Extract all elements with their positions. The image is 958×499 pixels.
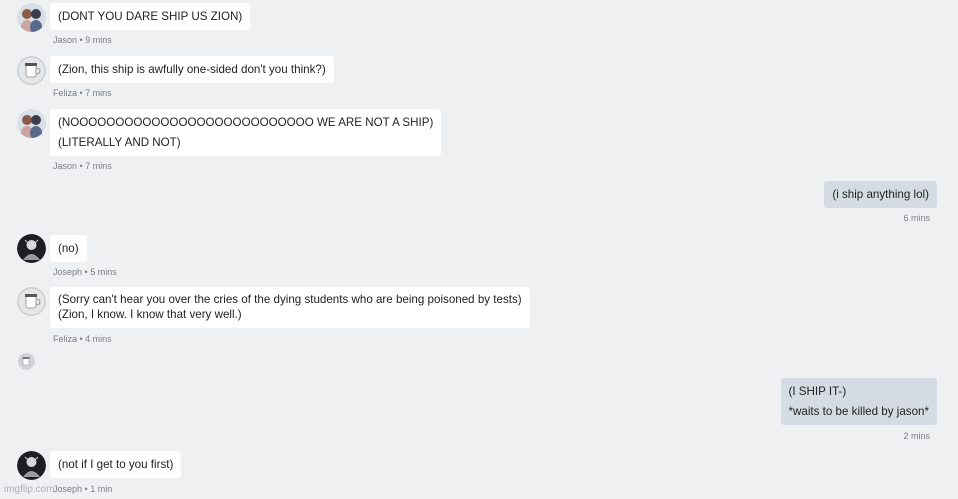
my-message-bubble: (I SHIP IT-) *waits to be killed by jaso…	[780, 378, 937, 425]
my-message-bubble: (i ship anything lol)	[824, 181, 937, 208]
message-meta: Feliza • 4 mins	[53, 334, 112, 344]
message-text: (Sorry can't hear you over the cries of …	[58, 293, 522, 306]
message-text: (i ship anything lol)	[832, 188, 929, 201]
sender-name[interactable]: Feliza	[53, 88, 77, 98]
message-text: *waits to be killed by jason*	[788, 405, 930, 418]
timestamp: 7 mins	[85, 88, 112, 98]
message-bubble: (NOOOOOOOOOOOOOOOOOOOOOOOOOOO WE ARE NOT…	[50, 109, 442, 156]
couple-avatar-icon[interactable]	[17, 109, 46, 138]
message-bubble: (DONT YOU DARE SHIP US ZION)	[50, 3, 251, 30]
timestamp: 2 mins	[903, 431, 930, 441]
message-text: (NOOOOOOOOOOOOOOOOOOOOOOOOOOO WE ARE NOT…	[58, 116, 434, 129]
dark-figure-avatar-icon[interactable]	[17, 234, 46, 263]
message-meta: Feliza • 7 mins	[53, 88, 112, 98]
sender-name[interactable]: Jason	[53, 35, 77, 45]
message-meta: Joseph • 1 min	[53, 484, 113, 494]
mug-avatar-icon[interactable]	[17, 56, 46, 85]
message-meta: Jason • 9 mins	[53, 35, 112, 45]
dark-figure-avatar-icon[interactable]	[17, 451, 46, 480]
sender-name[interactable]: Feliza	[53, 334, 77, 344]
message-meta: Jason • 7 mins	[53, 161, 112, 171]
message-text: (Zion, I know. I know that very well.)	[58, 307, 242, 321]
sender-name[interactable]: Joseph	[53, 484, 82, 494]
chat-thread: (DONT YOU DARE SHIP US ZION) Jason • 9 m…	[0, 0, 958, 499]
message-bubble: (not if I get to you first)	[50, 451, 182, 478]
watermark: imgflip.com	[4, 484, 55, 495]
sender-name[interactable]: Joseph	[53, 267, 82, 277]
message-text: (DONT YOU DARE SHIP US ZION)	[58, 10, 243, 23]
message-text: (not if I get to you first)	[58, 458, 174, 471]
message-text: (LITERALLY AND NOT)	[58, 136, 181, 149]
timestamp: 5 mins	[90, 267, 117, 277]
timestamp: 4 mins	[85, 334, 112, 344]
message-bubble: (Zion, this ship is awfully one-sided do…	[50, 56, 334, 83]
timestamp: 7 mins	[85, 161, 112, 171]
couple-avatar-icon[interactable]	[17, 3, 46, 32]
message-bubble: (no)	[50, 235, 87, 262]
timestamp: 1 min	[90, 484, 113, 494]
sender-name[interactable]: Jason	[53, 161, 77, 171]
message-text: (I SHIP IT-)	[788, 385, 847, 398]
message-meta: Joseph • 5 mins	[53, 267, 117, 277]
seen-by-avatar-icon	[18, 353, 35, 370]
timestamp: 6 mins	[903, 213, 930, 223]
timestamp: 9 mins	[85, 35, 112, 45]
message-text: (no)	[58, 242, 79, 255]
message-text: (Zion, this ship is awfully one-sided do…	[58, 63, 326, 76]
message-bubble: (Sorry can't hear you over the cries of …	[50, 287, 530, 328]
mug-avatar-icon[interactable]	[17, 287, 46, 316]
